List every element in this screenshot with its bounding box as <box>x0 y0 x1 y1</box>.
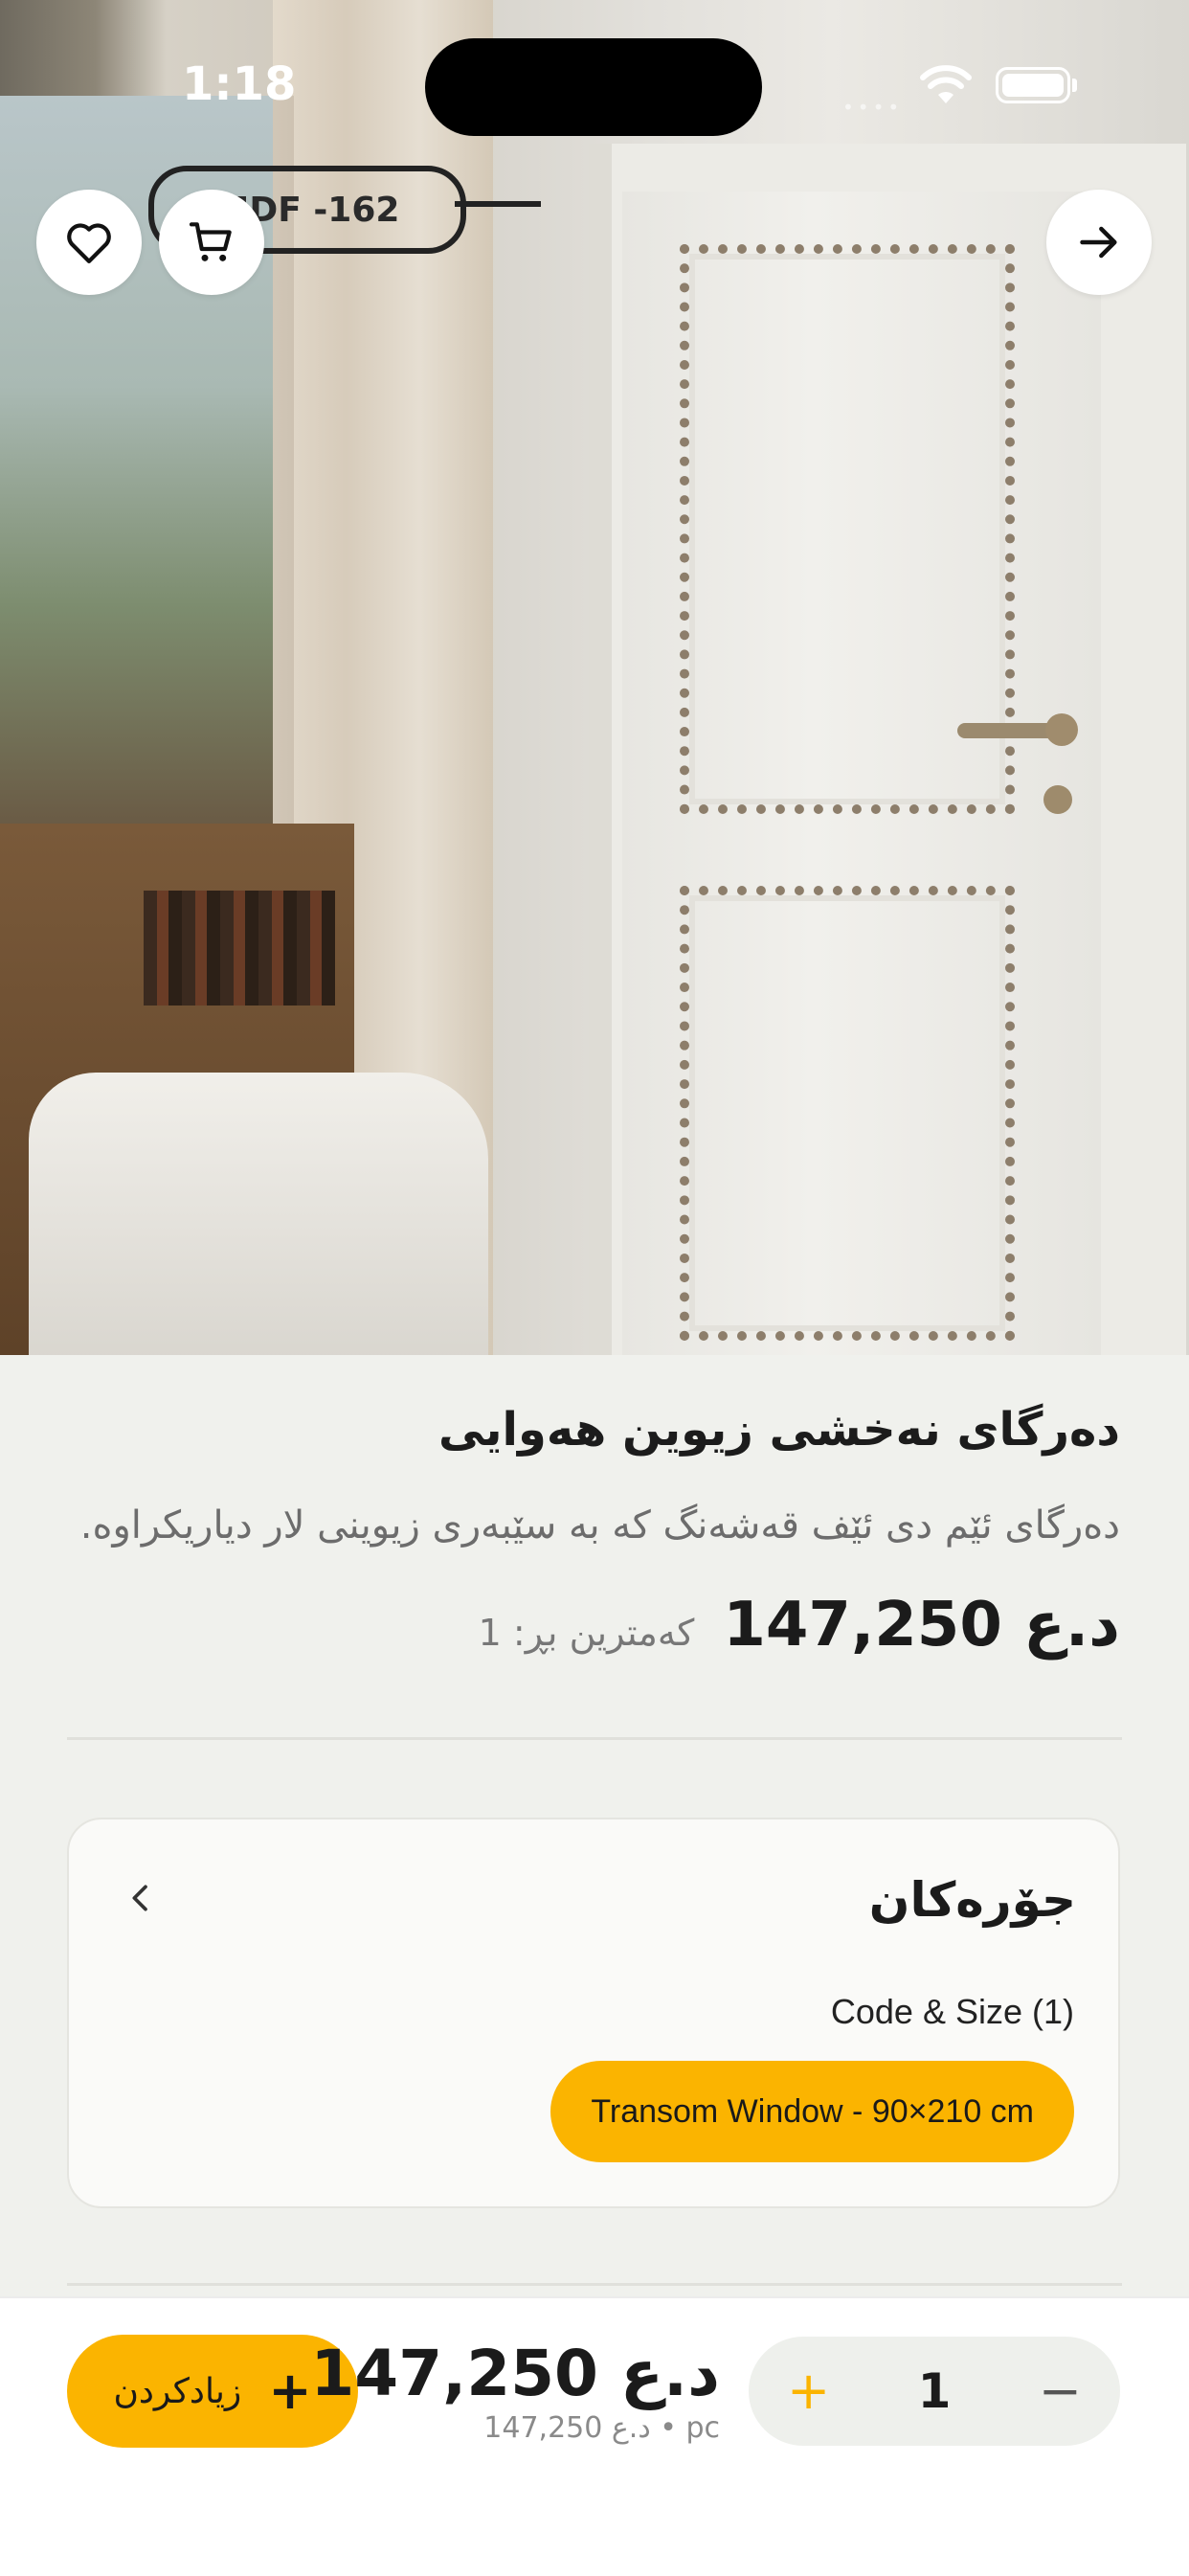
books <box>144 891 335 1006</box>
arrow-right-icon <box>1080 226 1117 259</box>
cart-icon <box>189 222 232 261</box>
quantity-value: 1 <box>917 2363 952 2419</box>
min-quantity: کەمترین بڕ: 1 <box>478 1612 695 1654</box>
status-time: 1:18 <box>182 57 297 111</box>
back-button[interactable] <box>1046 190 1152 295</box>
signal-icon: •••• <box>842 96 904 119</box>
heart-icon <box>67 223 111 263</box>
battery-tip <box>1072 79 1077 92</box>
variants-card: جۆرەکان Code & Size (1) Transom Window -… <box>67 1818 1120 2208</box>
door-panel-bottom <box>680 886 1015 1341</box>
quantity-stepper: + 1 − <box>749 2337 1120 2446</box>
product-price: 147,250 د.ع <box>723 1590 1120 1661</box>
price-row: کەمترین بڕ: 1 147,250 د.ع <box>67 1590 1120 1661</box>
variants-title: جۆرەکان <box>868 1872 1076 1928</box>
product-title: دەرگای نەخشی زیوین هەوایی <box>437 1403 1120 1457</box>
add-to-cart-label: زیادکردن <box>113 2371 242 2411</box>
chevron-left-icon[interactable] <box>122 1879 160 1917</box>
product-code-pointer <box>455 201 541 207</box>
chair <box>29 1073 488 1355</box>
cart-button[interactable] <box>159 190 264 295</box>
decrease-quantity-button[interactable]: − <box>1039 2365 1082 2417</box>
favorite-button[interactable] <box>36 190 142 295</box>
variant-group-label: Code & Size (1) <box>830 1992 1074 2031</box>
unit-price: 147,250 د.ع • pc <box>483 2411 720 2445</box>
dynamic-island <box>425 38 762 136</box>
product-description: دەرگای ئێم دی ئێف قەشەنگ کە بە سێبەری زی… <box>79 1503 1120 1548</box>
total-price: 147,250 د.ع <box>310 2337 720 2410</box>
divider <box>67 1737 1122 1740</box>
door-handle-rose <box>1045 713 1078 746</box>
plus-icon: + <box>268 2361 312 2421</box>
increase-quantity-button[interactable]: + <box>787 2365 830 2417</box>
divider <box>67 2283 1122 2286</box>
battery-icon <box>996 67 1070 103</box>
door-lock <box>1043 785 1072 814</box>
cart-bar: + زیادکردن 147,250 د.ع 147,250 د.ع • pc … <box>0 2296 1189 2576</box>
variant-option-chip[interactable]: Transom Window - 90×210 cm <box>550 2061 1074 2162</box>
wifi-icon <box>920 65 972 103</box>
